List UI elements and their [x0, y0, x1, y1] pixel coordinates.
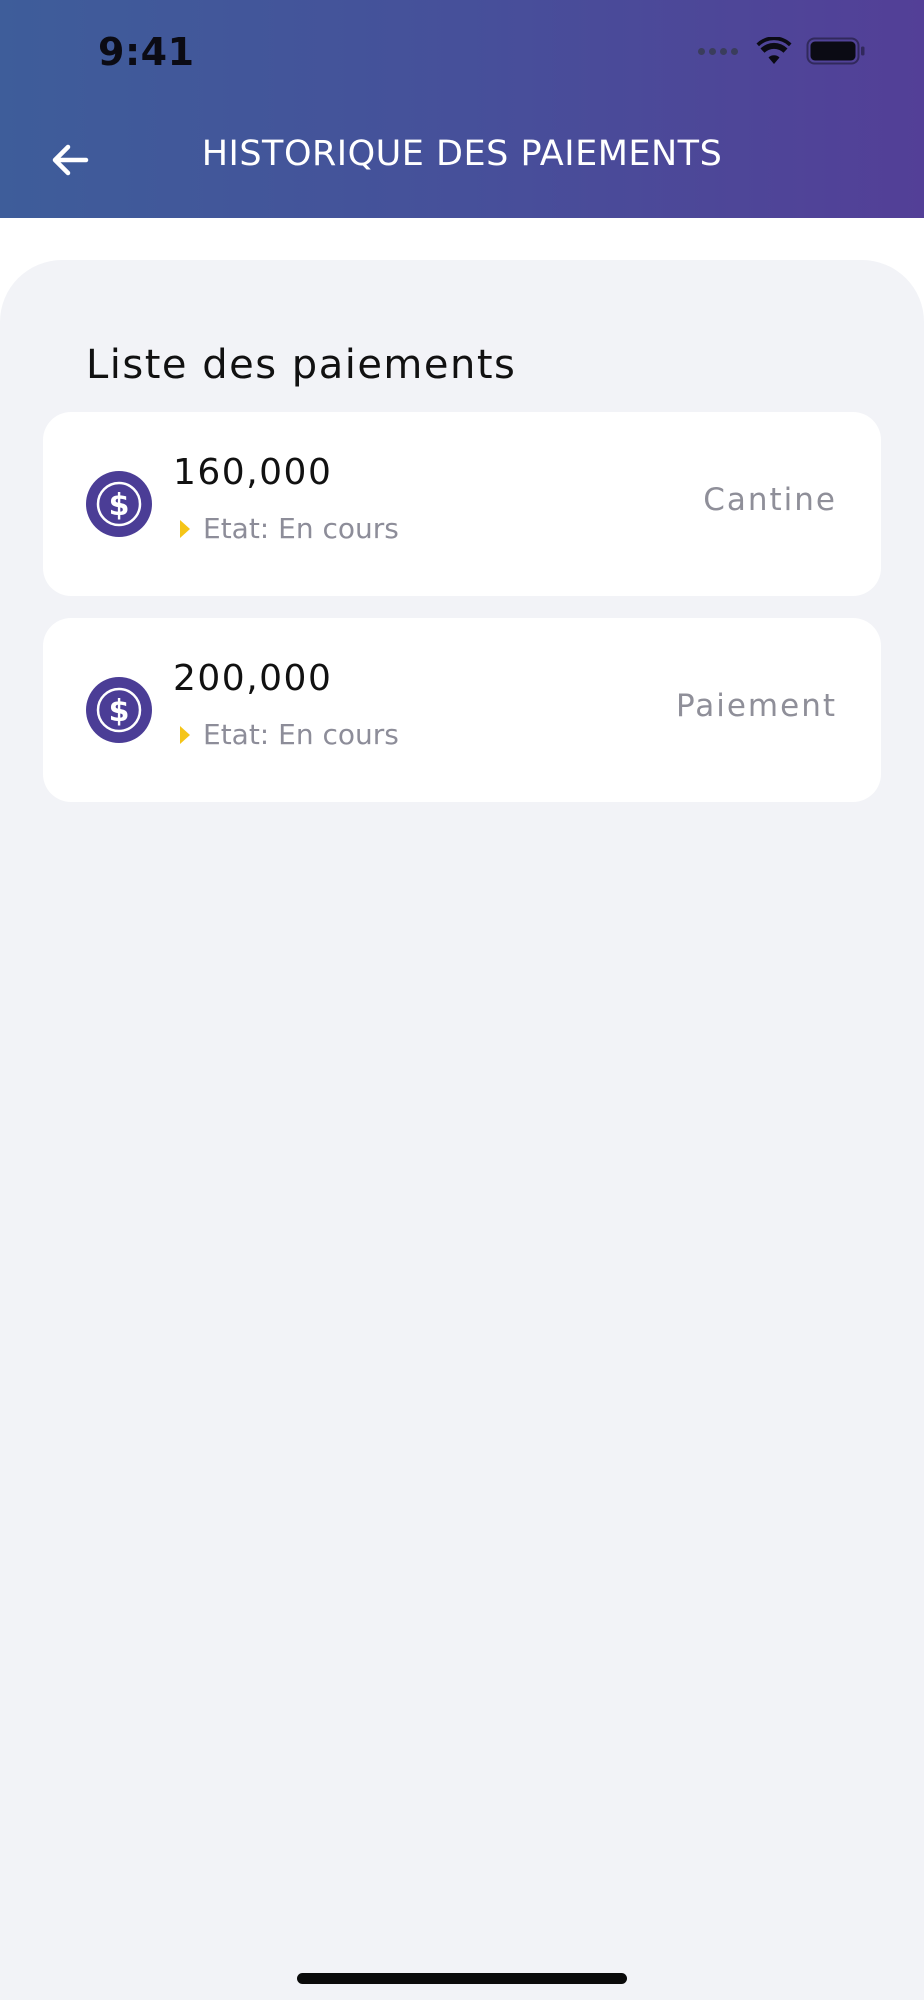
dollar-coin-icon: $	[86, 471, 152, 537]
payment-type: Paiement	[675, 688, 837, 724]
payment-card[interactable]: $ 160,000 Etat: En cours Cantine	[43, 412, 881, 596]
home-indicator[interactable]	[297, 1973, 627, 1984]
caret-right-icon	[180, 725, 190, 744]
caret-right-icon	[180, 519, 190, 538]
cellular-signal-icon	[698, 47, 738, 55]
payment-type: Cantine	[703, 482, 837, 518]
payment-history-screen: 9:41 HISTORIQUE DES PAIEMENTS Liste des …	[0, 0, 924, 2000]
payment-status: Etat: En cours	[179, 718, 399, 751]
payment-status: Etat: En cours	[179, 512, 399, 545]
battery-icon	[806, 37, 865, 65]
content-panel: Liste des paiements $ 160,000 Etat: En c…	[0, 260, 924, 2000]
payment-card[interactable]: $ 200,000 Etat: En cours Paiement	[43, 618, 881, 802]
dollar-coin-icon: $	[86, 677, 152, 743]
payment-status-text: Etat: En cours	[203, 718, 399, 751]
svg-text:$: $	[109, 488, 130, 523]
payment-amount: 160,000	[173, 452, 333, 493]
svg-text:$: $	[109, 694, 130, 729]
section-title: Liste des paiements	[86, 342, 517, 388]
app-header: 9:41 HISTORIQUE DES PAIEMENTS	[0, 0, 924, 218]
status-bar-time: 9:41	[98, 30, 195, 74]
payment-status-text: Etat: En cours	[203, 512, 399, 545]
wifi-icon	[756, 37, 792, 64]
page-title: HISTORIQUE DES PAIEMENTS	[201, 134, 723, 174]
status-bar-icons	[698, 36, 866, 66]
payment-amount: 200,000	[173, 658, 333, 699]
